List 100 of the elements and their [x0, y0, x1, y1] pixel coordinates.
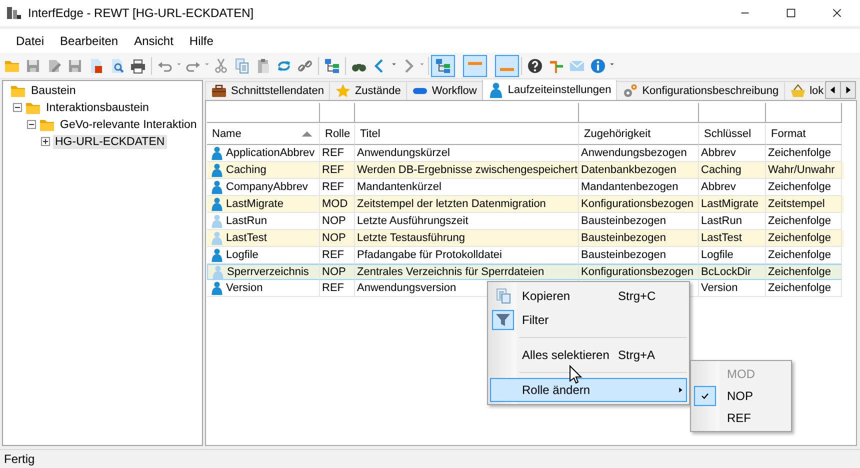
tree-item[interactable]: HG-URL-ECKDATEN: [53, 134, 167, 148]
table-cell: Logfile: [226, 249, 258, 261]
table-cell: ApplicationAbbrev: [226, 147, 315, 159]
mail-icon[interactable]: [569, 58, 585, 74]
menu-item[interactable]: Filter: [490, 308, 687, 332]
info-icon[interactable]: [590, 58, 606, 74]
table-cell: Datenbankbezogen: [579, 162, 699, 179]
table-cell: REF: [320, 162, 355, 179]
close-icon: [831, 7, 843, 19]
person-icon: [488, 82, 504, 98]
table-cell: Konfigurationsbezogen: [579, 196, 699, 213]
filter-field[interactable]: [699, 103, 766, 123]
table-row[interactable]: LastMigrate MOD Zeitstempel der letzten Datenmigration Konfigurationsbezogen LastMigrate Zeitstempel: [207, 196, 844, 213]
table-cell: NOP: [320, 230, 355, 247]
save-icon[interactable]: [25, 58, 41, 74]
tab[interactable]: Zustände: [328, 81, 407, 100]
view-toggle[interactable]: [495, 54, 519, 76]
scroll-left-icon[interactable]: [825, 81, 841, 99]
tree-item[interactable]: GeVo-relevante Interaktion: [58, 118, 199, 132]
help-icon[interactable]: [527, 58, 543, 74]
tab[interactable]: Schnittstellendaten: [205, 81, 330, 100]
table-cell: LastTest: [699, 230, 766, 247]
scissors-icon[interactable]: [213, 58, 229, 74]
column-header[interactable]: Titel: [355, 124, 579, 145]
menu-item[interactable]: REF: [727, 411, 751, 425]
column-header[interactable]: Name: [207, 124, 320, 145]
tab[interactable]: Laufzeiteinstellungen: [482, 80, 618, 100]
table-cell: Zentrales Verzeichnis für Sperrdateien: [355, 264, 579, 280]
copy-icon: [495, 288, 511, 304]
collapse-icon[interactable]: [27, 120, 36, 129]
maximize-icon: [785, 7, 797, 19]
column-header[interactable]: Rolle: [320, 124, 355, 145]
table-cell: Caching: [699, 162, 766, 179]
tree-item[interactable]: Baustein: [29, 84, 78, 98]
table-cell: Letzte Testausführung: [355, 230, 579, 247]
tree-item[interactable]: Interaktionsbaustein: [44, 100, 151, 114]
table-cell: Version: [699, 280, 766, 297]
document-search-icon[interactable]: [109, 58, 125, 74]
table-cell: LastRun: [226, 215, 267, 227]
table-cell: LastTest: [226, 232, 267, 244]
copy-icon[interactable]: [234, 58, 250, 74]
table-cell: MOD: [320, 196, 355, 213]
edit-icon[interactable]: [46, 58, 62, 74]
table-cell: REF: [320, 280, 355, 297]
table-cell: Zeichenfolge: [766, 280, 842, 297]
table-cell: Werden DB-Ergebnisse zwischengespeichert: [355, 162, 579, 179]
save-icon[interactable]: [67, 58, 83, 74]
filter-field[interactable]: [207, 103, 320, 123]
window-title: InterfEdge - REWT [HG-URL-ECKDATEN]: [28, 6, 254, 20]
printer-icon[interactable]: [130, 58, 146, 74]
status-text: Fertig: [4, 452, 35, 466]
table-cell: Sperrverzeichnis: [227, 266, 309, 278]
app-icon: [6, 5, 22, 21]
view-toggle[interactable]: [463, 54, 487, 76]
table-cell: Version: [226, 282, 263, 294]
tree-icon[interactable]: [324, 58, 340, 74]
scroll-right-icon[interactable]: [840, 81, 856, 99]
table-cell: Zeichenfolge: [766, 230, 842, 247]
menu-item[interactable]: Hilfe: [181, 34, 222, 48]
table-cell: Bausteinbezogen: [579, 230, 699, 247]
filter-field[interactable]: [766, 103, 842, 123]
menu-item[interactable]: NOP: [727, 389, 754, 403]
link-icon[interactable]: [297, 58, 313, 74]
view-toggle[interactable]: [431, 54, 455, 76]
column-header[interactable]: Zugehörigkeit: [579, 124, 699, 145]
table-cell: Zeitstempel der letzten Datenmigration: [355, 196, 579, 213]
basket-icon: [790, 83, 806, 99]
column-header[interactable]: Schlüssel: [699, 124, 766, 145]
table-row[interactable]: Sperrverzeichnis NOP Zentrales Verzeichnis für Sperrdateien Konfigurationsbezogen BcLockDir Zeichenfolge: [207, 264, 844, 280]
cursor-icon: [569, 365, 583, 385]
tab[interactable]: lok: [784, 81, 824, 100]
column-header[interactable]: Format: [766, 124, 842, 145]
menu-item[interactable]: Datei: [8, 34, 52, 48]
table-cell: Wahr/Unwahr: [766, 162, 842, 179]
table-cell: LastMigrate: [699, 196, 766, 213]
menu-item[interactable]: Alles selektieren Strg+A: [490, 343, 687, 367]
table-cell: Zeichenfolge: [766, 264, 842, 280]
table-cell: Caching: [226, 164, 266, 176]
gears-icon: [622, 83, 638, 99]
filter-icon: [495, 312, 511, 328]
table-cell: NOP: [320, 264, 355, 280]
document-icon[interactable]: [88, 58, 104, 74]
menu-item[interactable]: Ansicht: [126, 34, 182, 48]
table-row[interactable]: LastTest NOP Letzte Testausführung Bausteinbezogen LastTest Zeichenfolge: [207, 230, 844, 247]
table-cell: BcLockDir: [699, 264, 766, 280]
filter-field[interactable]: [320, 103, 355, 123]
briefcase-icon: [211, 83, 227, 99]
filter-field[interactable]: [579, 103, 699, 123]
tab[interactable]: Konfigurationsbeschreibung: [616, 81, 785, 100]
menu-item[interactable]: Bearbeiten: [52, 34, 126, 48]
table-row[interactable]: Caching REF Werden DB-Ergebnisse zwischengespeichert Datenbankbezogen Caching Wahr/Unwahr: [207, 162, 844, 179]
menu-item[interactable]: Rolle ändern: [490, 378, 687, 402]
clipboard-icon[interactable]: [255, 58, 271, 74]
collapse-icon[interactable]: [13, 103, 22, 112]
tree-icon[interactable]: [435, 58, 451, 74]
filter-field[interactable]: [355, 103, 579, 123]
table-cell: Konfigurationsbezogen: [579, 264, 699, 280]
expand-icon[interactable]: [41, 137, 50, 146]
table-cell: CompanyAbbrev: [226, 181, 308, 193]
star-icon: [334, 83, 351, 99]
